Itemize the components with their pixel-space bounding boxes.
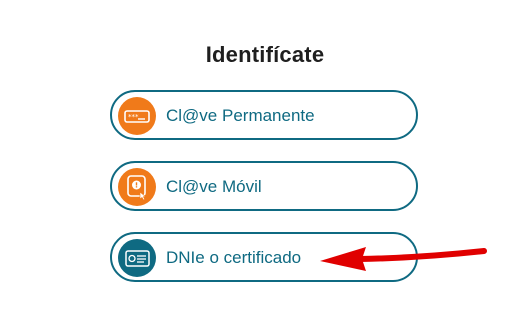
svg-text:***: ***: [128, 113, 139, 121]
clave-movil-label: Cl@ve Móvil: [166, 177, 262, 196]
clave-permanente-label: Cl@ve Permanente: [166, 106, 315, 125]
password-card-icon: ***: [118, 97, 156, 135]
annotation-arrow-icon: [316, 238, 488, 274]
login-options-page: Identifícate *** Cl@ve Permanente Cl@ve …: [0, 0, 518, 328]
clave-permanente-button[interactable]: *** Cl@ve Permanente: [110, 90, 418, 140]
certificate-card-icon: [118, 239, 156, 277]
clave-movil-button[interactable]: Cl@ve Móvil: [110, 161, 418, 211]
dnie-certificado-label: DNIe o certificado: [166, 248, 302, 267]
page-title: Identifícate: [205, 42, 325, 67]
mobile-notification-icon: [118, 168, 156, 206]
